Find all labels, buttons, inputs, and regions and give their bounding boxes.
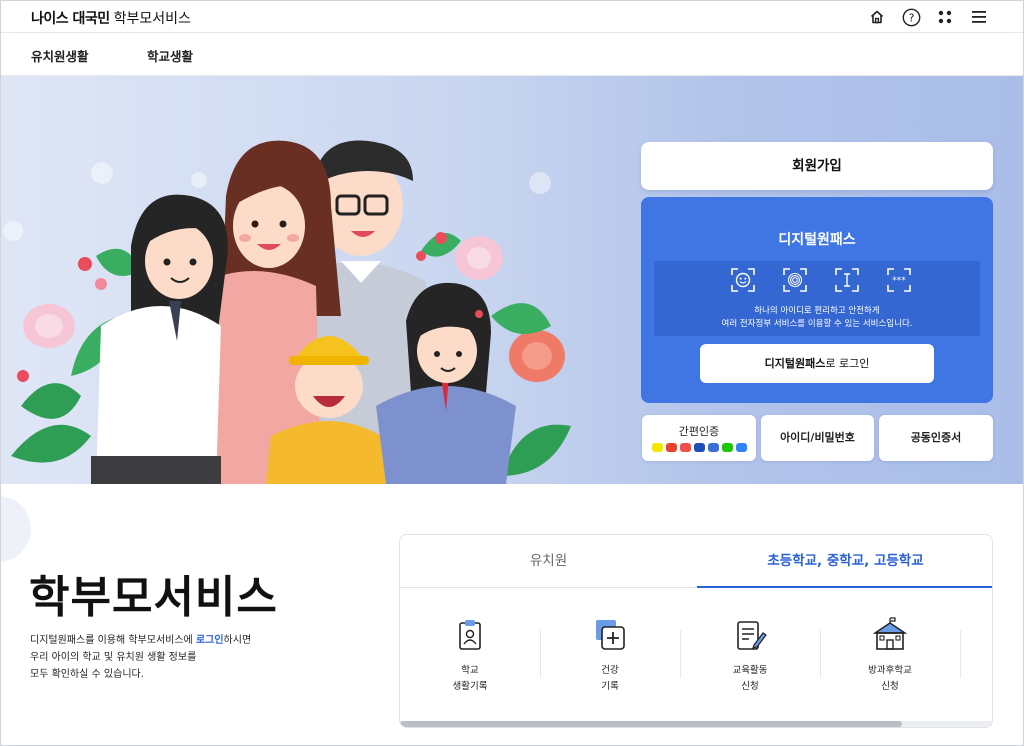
- login-link[interactable]: 로그인: [196, 635, 224, 646]
- kb-icon: [707, 443, 719, 452]
- main-nav: 유치원생활 학교생활: [1, 33, 1023, 76]
- top-icon-group: ?: [867, 7, 989, 27]
- digital-onepass-info: *** 하나의 아이디로 편리하고 안전하게 여러 전자정부 서비스를 이용할 …: [654, 261, 980, 336]
- intro-description: 디지털원패스를 이용해 학부모서비스에 로그인하시면 우리 아이의 학교 및 유…: [30, 632, 251, 683]
- simple-auth-providers: [642, 443, 756, 452]
- samsung-pass-icon: [693, 443, 705, 452]
- service-label: 신청: [741, 681, 759, 692]
- description-line: 디지털원패스를 이용해 학부모서비스에 로그인하시면: [30, 632, 251, 649]
- fingerprint-icon: [783, 268, 807, 292]
- payco-icon: [679, 443, 691, 452]
- login-button-bold: 디지털원패스: [764, 357, 826, 370]
- service-label: 교육활동: [732, 665, 768, 676]
- signup-button[interactable]: 회원가입: [641, 142, 993, 190]
- svg-text:***: ***: [892, 276, 906, 286]
- service-label: 생활기록: [452, 681, 488, 692]
- site-logo[interactable]: 나이스 대국민 학부모서비스: [31, 8, 191, 28]
- apps-grid-icon[interactable]: [935, 7, 955, 27]
- digital-onepass-panel: 디지털원패스 *** 하나의 아이디로 편리하고 안전하게 여러 전자정부 서비…: [641, 197, 993, 403]
- description-line: 여러 전자정부 서비스를 이용할 수 있는 서비스입니다.: [721, 319, 913, 329]
- service-panel: 유치원 초등학교, 중학교, 고등학교 학교생활기록 건강기록 교육활동신청 방…: [399, 534, 993, 728]
- nav-item-school[interactable]: 학교생활: [147, 46, 193, 65]
- id-password-login-button[interactable]: 아이디/비밀번호: [761, 415, 874, 461]
- service-label: 기록: [601, 681, 619, 692]
- pattern-icon: [835, 268, 859, 292]
- desc-pre: 디지털원패스를 이용해 학부모서비스에: [30, 635, 196, 646]
- afterschool-icon: [872, 617, 908, 650]
- nav-item-kindergarten[interactable]: 유치원생활: [31, 46, 89, 65]
- page-title: 학부모서비스: [29, 572, 278, 623]
- certificate-login-button[interactable]: 공동인증서: [879, 415, 993, 461]
- brand-name: 나이스 대국민: [31, 11, 110, 27]
- simple-auth-label: 간편인증: [678, 425, 720, 438]
- service-health-record[interactable]: 건강기록: [540, 617, 680, 695]
- menu-icon[interactable]: [969, 7, 989, 27]
- activity-apply-icon: [737, 621, 767, 650]
- simple-auth-button[interactable]: 간편인증: [642, 415, 756, 461]
- school-record-icon: [459, 620, 481, 650]
- face-icon: [731, 268, 755, 292]
- top-bar: 나이스 대국민 학부모서비스 ?: [1, 1, 1023, 33]
- auth-method-icons: ***: [730, 267, 912, 293]
- divider: [960, 630, 961, 678]
- help-icon[interactable]: ?: [901, 7, 921, 27]
- naver-icon: [721, 443, 733, 452]
- service-label: 방과후학교: [868, 665, 912, 676]
- service-name: 학부모서비스: [113, 11, 191, 27]
- svg-text:?: ?: [908, 11, 914, 24]
- home-icon[interactable]: [867, 7, 887, 27]
- digital-onepass-login-button[interactable]: 디지털원패스로 로그인: [700, 344, 934, 383]
- password-icon: ***: [887, 268, 911, 292]
- health-record-icon: [596, 620, 625, 650]
- kakao-icon: [651, 443, 663, 452]
- digital-onepass-title: 디지털원패스: [778, 232, 856, 248]
- pass-icon: [665, 443, 677, 452]
- digital-onepass-description: 하나의 아이디로 편리하고 안전하게 여러 전자정부 서비스를 이용할 수 있는…: [654, 305, 980, 331]
- description-line: 모두 확인하실 수 있습니다.: [30, 669, 144, 680]
- service-label: 학교: [461, 665, 479, 676]
- service-activity-apply[interactable]: 교육활동신청: [680, 617, 820, 695]
- horizontal-scrollbar[interactable]: [400, 721, 992, 727]
- page: 나이스 대국민 학부모서비스 ? 유치원생활 학교생활 회원가입 디지털원패스 …: [0, 0, 1024, 746]
- description-line: 우리 아이의 학교 및 유치원 생활 정보를: [30, 652, 197, 663]
- desc-post: 하시면: [223, 635, 252, 646]
- tab-elementary-middle-high[interactable]: 초등학교, 중학교, 고등학교: [697, 535, 992, 588]
- daughter-figure: [91, 194, 228, 484]
- service-school-record[interactable]: 학교생활기록: [400, 617, 540, 695]
- description-line: 하나의 아이디로 편리하고 안전하게: [754, 306, 880, 316]
- login-button-rest: 로 로그인: [825, 357, 870, 370]
- scrollbar-thumb[interactable]: [400, 721, 902, 727]
- service-label: 신청: [881, 681, 899, 692]
- decor-circle: [1, 496, 31, 562]
- toss-icon: [735, 443, 747, 452]
- service-afterschool-apply[interactable]: 방과후학교신청: [820, 617, 960, 695]
- service-label: 건강: [601, 665, 619, 676]
- tab-kindergarten[interactable]: 유치원: [400, 535, 697, 588]
- family-illustration: [11, 140, 571, 484]
